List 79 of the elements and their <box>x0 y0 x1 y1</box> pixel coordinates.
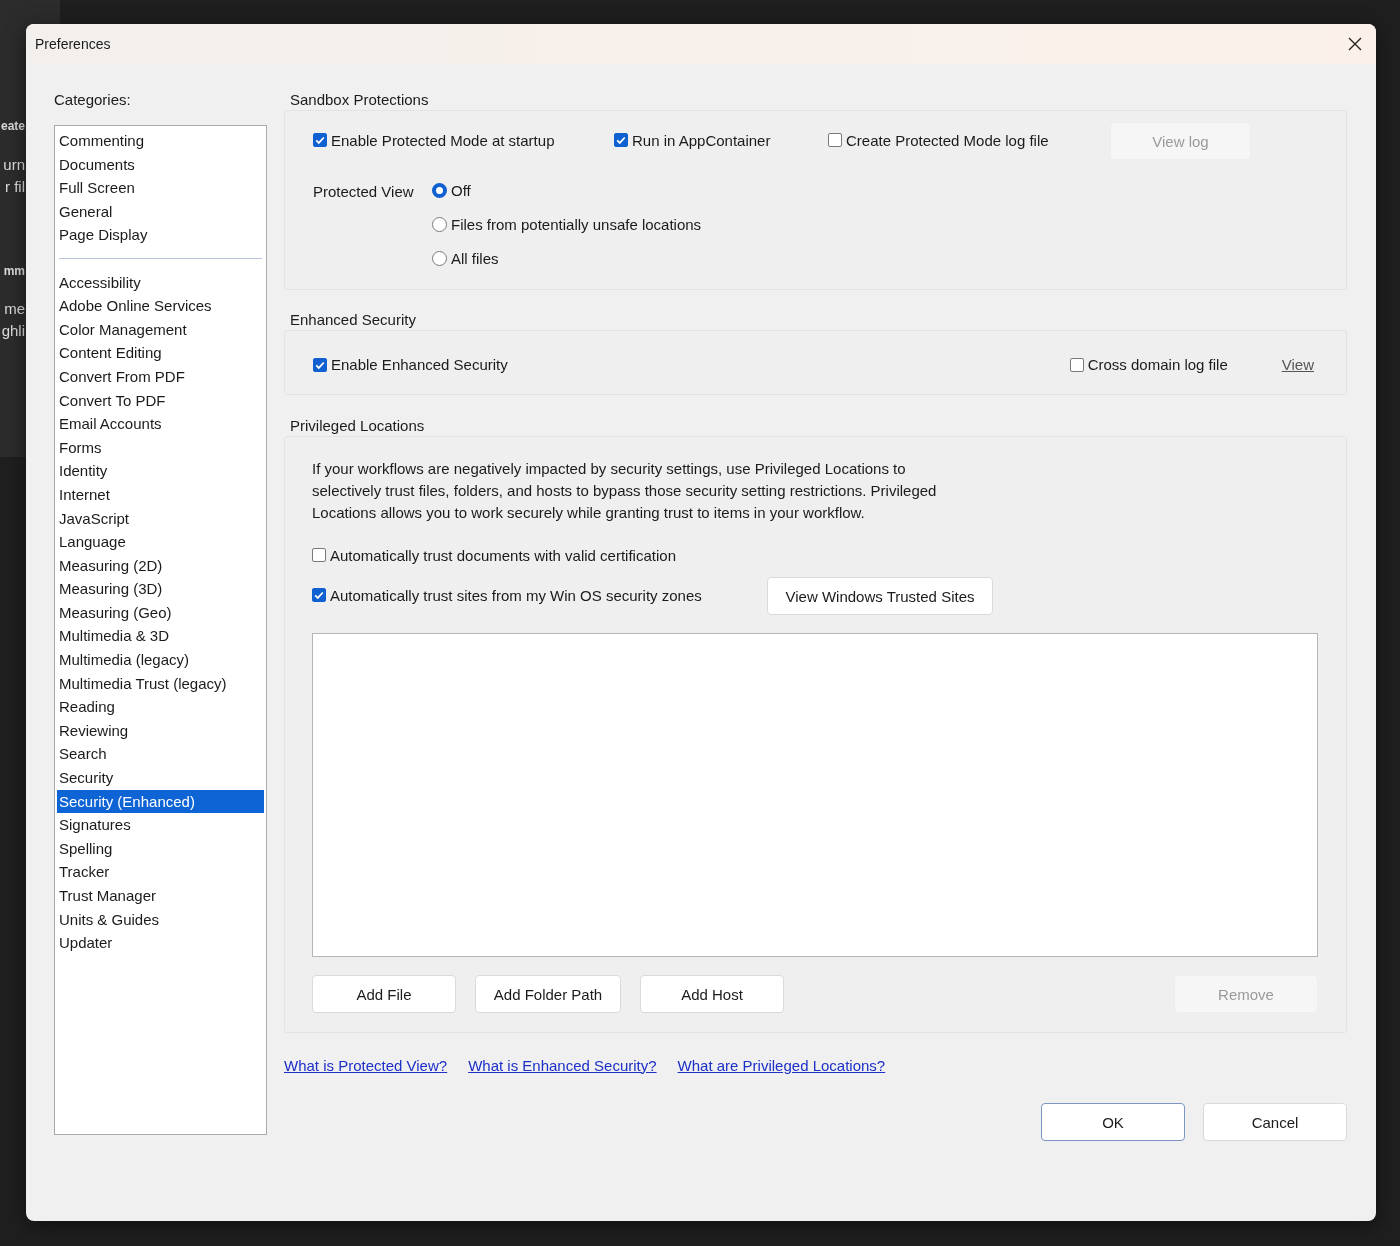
window-title: Preferences <box>35 36 111 52</box>
category-item[interactable]: Measuring (2D) <box>57 553 264 578</box>
category-item[interactable]: Measuring (Geo) <box>57 600 264 625</box>
radio-button[interactable] <box>432 217 447 232</box>
action-button[interactable]: Add Host <box>640 975 784 1013</box>
radio-button[interactable] <box>432 183 447 198</box>
category-item[interactable]: General <box>57 199 264 224</box>
checkbox[interactable] <box>312 588 326 603</box>
checkbox[interactable] <box>828 133 842 148</box>
close-icon[interactable] <box>1348 37 1362 51</box>
description-text: If your workflows are negatively impacted by security settings, use Privileged Locations to selectively trust files, folders, and hosts to bypass those security setting restrictions. Privileged Locations allows you to work securely while granting trust to items in your workflow. <box>312 459 938 523</box>
category-item[interactable]: Color Management <box>57 317 264 342</box>
dialog-button[interactable]: Cancel <box>1203 1103 1347 1141</box>
category-item[interactable]: Forms <box>57 435 264 460</box>
category-item[interactable]: Spelling <box>57 836 264 861</box>
radio-button[interactable] <box>432 251 447 266</box>
category-item[interactable]: Full Screen <box>57 176 264 200</box>
action-button[interactable]: Add File <box>312 975 456 1013</box>
checkbox-label[interactable]: Automatically trust documents with valid certification <box>330 546 676 564</box>
category-item[interactable]: Multimedia & 3D <box>57 624 264 649</box>
body-text: me <box>4 299 25 319</box>
category-item[interactable]: Security (Enhanced) <box>57 789 264 814</box>
checkbox[interactable] <box>1069 357 1084 372</box>
category-item[interactable]: Units & Guides <box>57 907 264 932</box>
view-link[interactable]: View <box>1281 356 1314 373</box>
checkbox-label[interactable]: Enable Protected Mode at startup <box>331 131 555 149</box>
view-trusted-sites-button[interactable]: View Windows Trusted Sites <box>767 577 993 615</box>
heading-text: eate <box>0 118 25 135</box>
body-text: r fil <box>5 177 25 197</box>
category-item[interactable]: Commenting <box>57 129 264 153</box>
category-item[interactable]: Multimedia (legacy) <box>57 648 264 672</box>
help-link[interactable]: What is Enhanced Security? <box>468 1056 657 1074</box>
category-item[interactable]: Adobe Online Services <box>57 294 264 318</box>
dialog-button[interactable]: OK <box>1041 1103 1185 1141</box>
group-title: Enhanced Security <box>290 311 416 328</box>
category-item[interactable]: Search <box>57 742 264 767</box>
body-text: ghli <box>1 321 25 341</box>
category-item[interactable]: Identity <box>57 459 264 483</box>
category-item[interactable]: Trust Manager <box>57 884 264 908</box>
field-label: Protected View <box>313 182 415 202</box>
group-title: Sandbox Protections <box>290 91 429 108</box>
category-item[interactable]: Documents <box>57 152 264 177</box>
category-item[interactable]: Signatures <box>57 813 264 837</box>
checkbox-label[interactable]: Run in AppContainer <box>632 131 771 149</box>
radio-label[interactable]: Off <box>451 182 471 199</box>
checkbox-label[interactable]: Cross domain log file <box>1087 356 1228 373</box>
category-item[interactable]: Content Editing <box>57 341 264 365</box>
category-item[interactable]: Accessibility <box>57 270 264 295</box>
category-item[interactable]: Multimedia Trust (legacy) <box>57 671 264 696</box>
category-item[interactable]: Reading <box>57 695 264 719</box>
body-text: urn <box>3 155 25 175</box>
checkbox[interactable] <box>313 357 327 372</box>
category-item[interactable]: Convert To PDF <box>57 388 264 413</box>
checkbox[interactable] <box>614 133 628 148</box>
category-item[interactable]: Internet <box>57 482 264 507</box>
help-link[interactable]: What is Protected View? <box>284 1056 448 1074</box>
category-item[interactable]: Tracker <box>57 860 264 884</box>
category-item[interactable]: Email Accounts <box>57 412 264 436</box>
category-item[interactable]: Language <box>57 530 264 554</box>
category-item[interactable]: Convert From PDF <box>57 364 264 389</box>
categories-label: Categories: <box>54 90 132 110</box>
category-item[interactable]: Measuring (3D) <box>57 577 264 601</box>
radio-label[interactable]: All files <box>451 250 499 267</box>
radio-label[interactable]: Files from potentially unsafe locations <box>451 216 702 233</box>
action-button[interactable]: Add Folder Path <box>475 975 621 1013</box>
help-link[interactable]: What are Privileged Locations? <box>677 1056 886 1074</box>
checkbox[interactable] <box>313 133 327 148</box>
checkbox-label[interactable]: Create Protected Mode log file <box>846 131 1049 149</box>
checkbox[interactable] <box>312 548 326 562</box>
category-item[interactable]: Page Display <box>57 223 264 247</box>
heading-text: mm <box>3 263 25 280</box>
checkbox-label[interactable]: Automatically trust sites from my Win OS security zones <box>330 586 702 604</box>
category-item[interactable]: Security <box>57 766 264 790</box>
category-item[interactable]: JavaScript <box>57 506 264 531</box>
category-list[interactable] <box>54 125 267 1135</box>
category-item[interactable]: Reviewing <box>57 718 264 743</box>
checkbox-label[interactable]: Enable Enhanced Security <box>331 356 508 373</box>
group-title: Privileged Locations <box>290 417 425 434</box>
category-item[interactable]: Updater <box>57 931 264 955</box>
